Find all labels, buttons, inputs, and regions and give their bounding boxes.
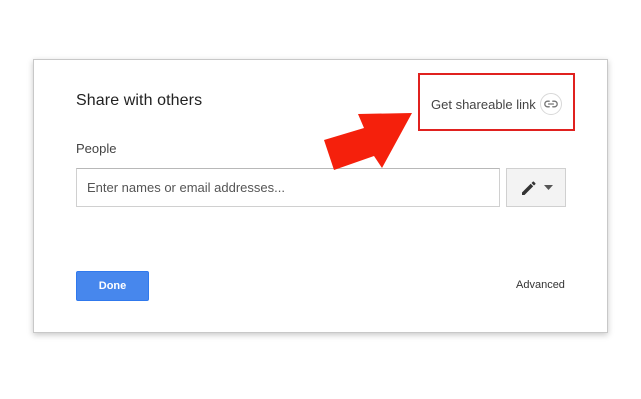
permission-dropdown-button[interactable] [506,168,566,207]
caret-down-icon [543,185,553,190]
page: Share with others Get shareable link Peo… [0,0,641,399]
people-input[interactable] [76,168,500,207]
share-dialog: Share with others Get shareable link Peo… [33,59,608,333]
advanced-link[interactable]: Advanced [516,279,565,291]
get-shareable-link-label: Get shareable link [431,96,536,112]
pencil-icon [520,179,538,197]
people-label: People [76,141,117,156]
done-button[interactable]: Done [76,271,149,301]
link-icon-glyph [544,100,558,108]
get-shareable-link-button[interactable]: Get shareable link [431,92,562,116]
dialog-title: Share with others [76,92,203,109]
link-icon[interactable] [539,93,562,115]
